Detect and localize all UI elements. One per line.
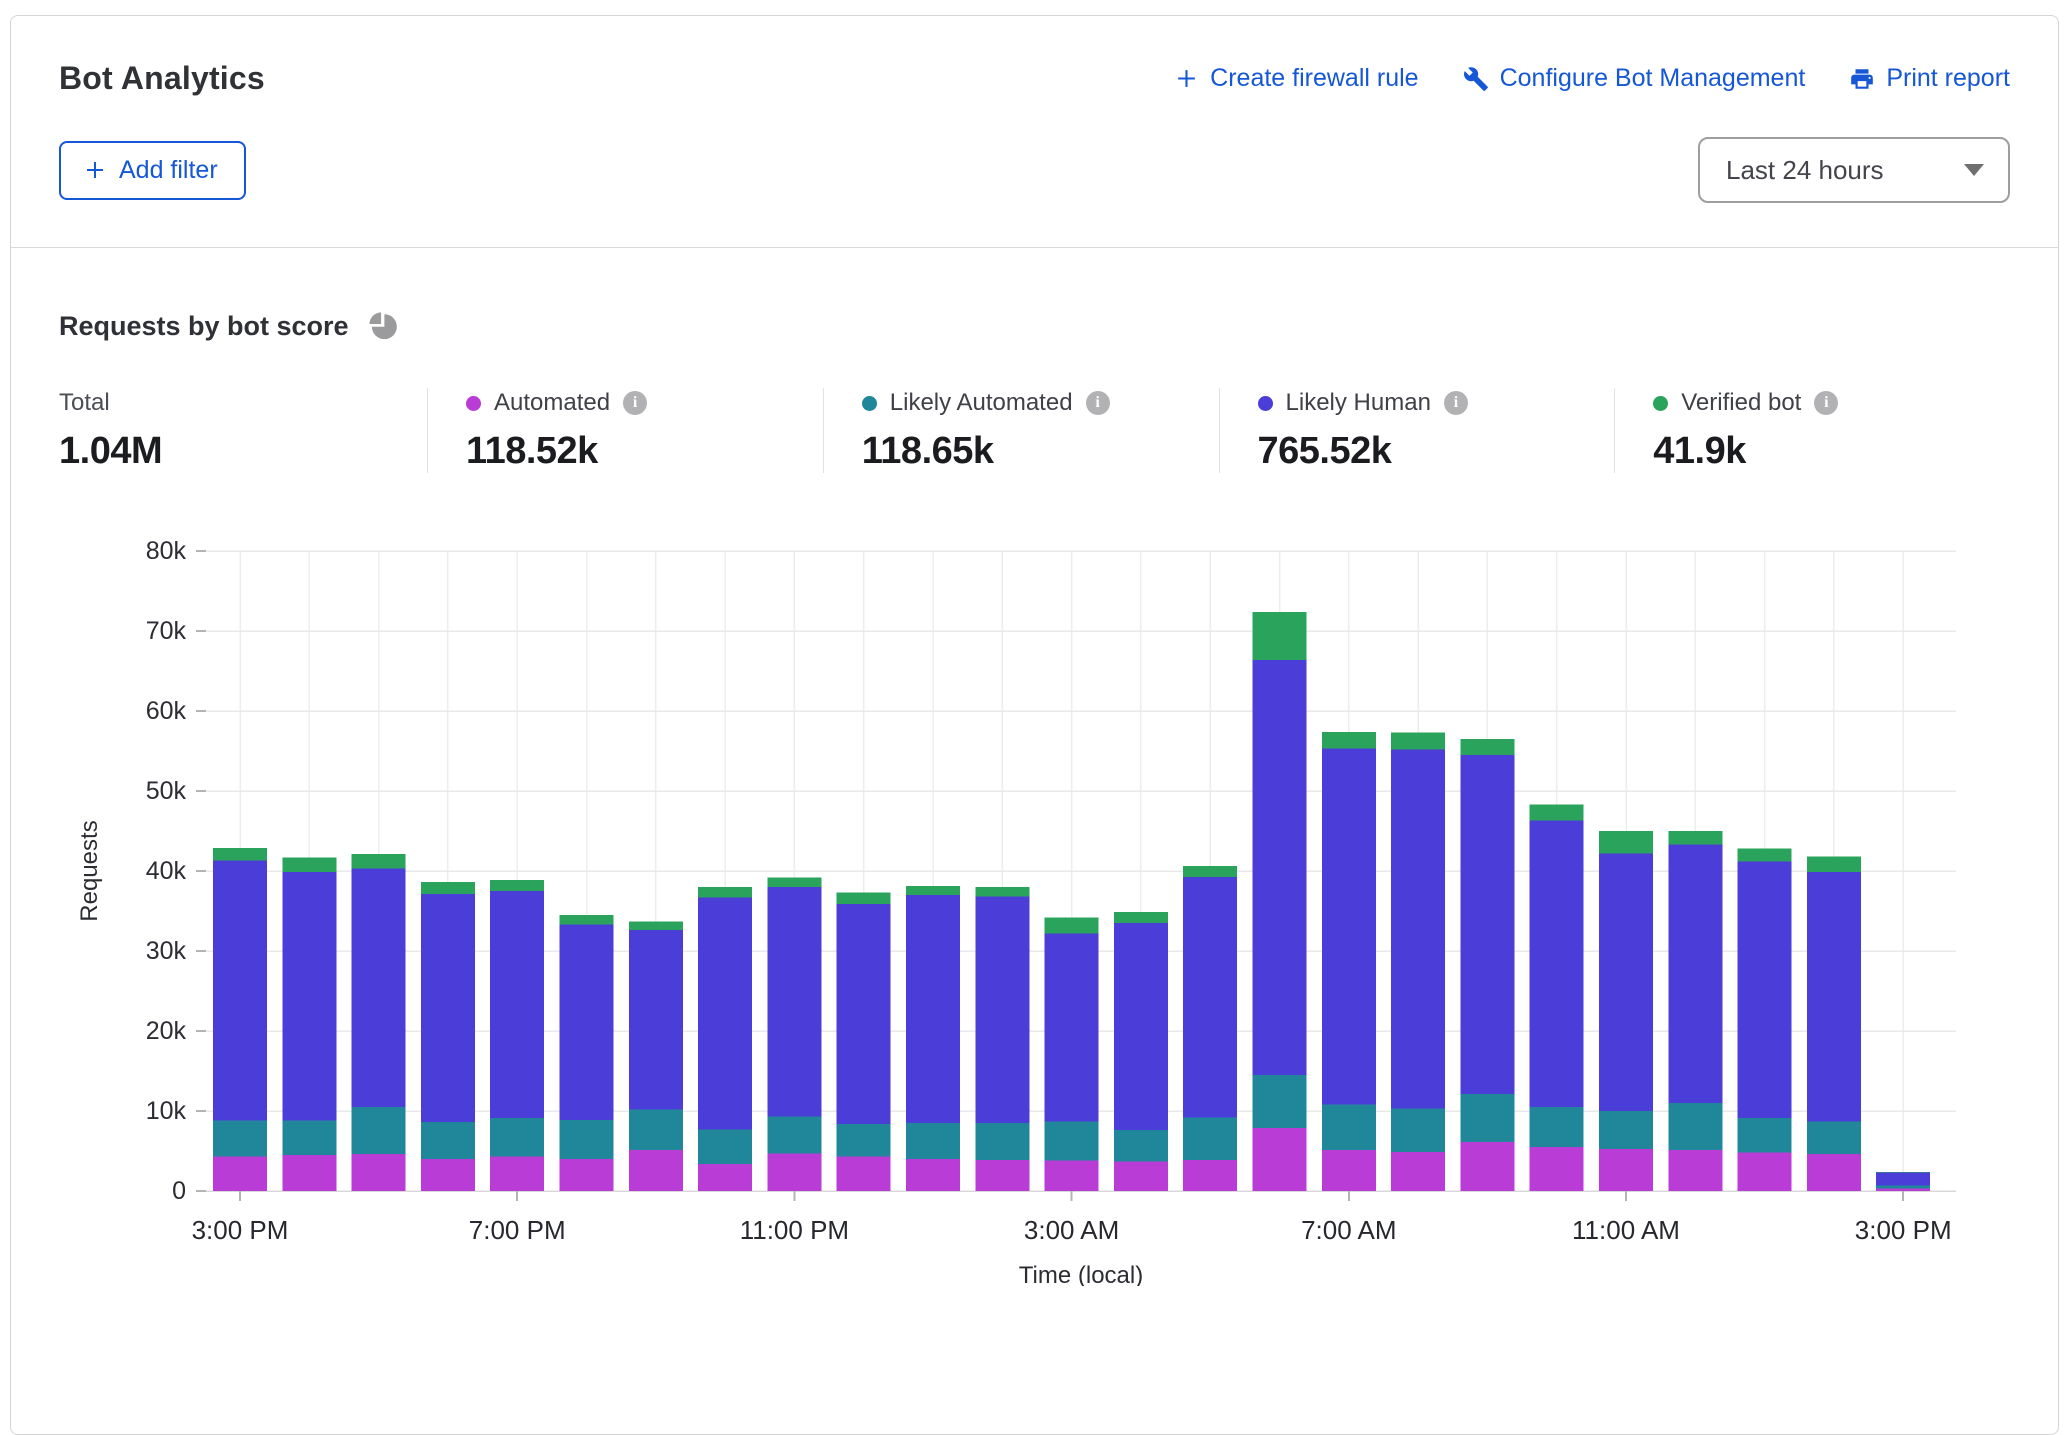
- plus-icon: [83, 158, 107, 182]
- svg-text:Requests: Requests: [76, 820, 103, 921]
- info-icon[interactable]: i: [1086, 391, 1110, 415]
- svg-text:3:00 PM: 3:00 PM: [192, 1215, 289, 1245]
- pie-chart-icon: [365, 308, 401, 344]
- printer-icon: [1849, 66, 1875, 92]
- info-icon[interactable]: i: [1444, 391, 1468, 415]
- svg-text:20k: 20k: [146, 1017, 187, 1045]
- stat-verified-bot: Verified bot i 41.9k: [1614, 388, 2010, 473]
- svg-text:10k: 10k: [146, 1097, 187, 1125]
- create-firewall-rule-label: Create firewall rule: [1210, 64, 1418, 93]
- stat-verified-bot-label: Verified bot: [1681, 389, 1801, 417]
- stat-likely-automated: Likely Automated i 118.65k: [823, 388, 1219, 473]
- stat-verified-bot-value: 41.9k: [1653, 430, 1990, 473]
- svg-text:11:00 AM: 11:00 AM: [1572, 1215, 1680, 1245]
- stat-likely-human-value: 765.52k: [1258, 430, 1595, 473]
- add-filter-button[interactable]: Add filter: [59, 141, 246, 200]
- info-icon[interactable]: i: [1814, 391, 1838, 415]
- section-title: Requests by bot score: [59, 311, 349, 342]
- stat-automated-label: Automated: [494, 389, 610, 417]
- stat-automated: Automated i 118.52k: [427, 388, 823, 473]
- time-range-value: Last 24 hours: [1726, 155, 1884, 186]
- stat-likely-automated-value: 118.65k: [862, 430, 1199, 473]
- stat-total-label: Total: [59, 389, 110, 417]
- svg-text:40k: 40k: [146, 857, 187, 885]
- svg-text:50k: 50k: [146, 777, 187, 805]
- time-range-dropdown[interactable]: Last 24 hours: [1698, 137, 2010, 203]
- header: Bot Analytics Create firewall rule Confi…: [11, 16, 2058, 248]
- header-actions: Create firewall rule Configure Bot Manag…: [1174, 64, 2010, 93]
- create-firewall-rule-link[interactable]: Create firewall rule: [1174, 64, 1418, 93]
- stat-total-value: 1.04M: [59, 430, 407, 473]
- stat-likely-human: Likely Human i 765.52k: [1219, 388, 1615, 473]
- automated-dot: [466, 396, 481, 411]
- content: Requests by bot score Total 1.04M Automa…: [11, 308, 2058, 1291]
- svg-text:60k: 60k: [146, 697, 187, 725]
- likely-automated-dot: [862, 396, 877, 411]
- svg-text:7:00 PM: 7:00 PM: [469, 1215, 566, 1245]
- configure-bot-management-label: Configure Bot Management: [1500, 64, 1806, 93]
- info-icon[interactable]: i: [623, 391, 647, 415]
- stat-automated-value: 118.52k: [466, 430, 803, 473]
- page-title: Bot Analytics: [59, 60, 265, 97]
- svg-text:70k: 70k: [146, 617, 187, 645]
- svg-text:11:00 PM: 11:00 PM: [740, 1215, 849, 1245]
- print-report-label: Print report: [1886, 64, 2010, 93]
- stat-likely-human-label: Likely Human: [1286, 389, 1431, 417]
- svg-text:30k: 30k: [146, 937, 187, 965]
- svg-text:3:00 PM: 3:00 PM: [1855, 1215, 1952, 1245]
- stat-likely-automated-label: Likely Automated: [890, 389, 1073, 417]
- stats-row: Total 1.04M Automated i 118.52k Likely A…: [59, 388, 2010, 473]
- svg-text:3:00 AM: 3:00 AM: [1024, 1215, 1119, 1245]
- verified-bot-dot: [1653, 396, 1668, 411]
- bot-analytics-card: Bot Analytics Create firewall rule Confi…: [10, 15, 2059, 1435]
- plus-icon: [1174, 66, 1199, 91]
- svg-text:0: 0: [172, 1177, 186, 1205]
- configure-bot-management-link[interactable]: Configure Bot Management: [1463, 64, 1806, 93]
- svg-text:80k: 80k: [146, 541, 187, 565]
- chevron-down-icon: [1964, 164, 1984, 176]
- requests-by-bot-score-chart[interactable]: 0 10k 20k 30k 40k 50k 60k 70k 80k 3:00 PM 7:00 PM 1…: [59, 541, 2010, 1291]
- print-report-link[interactable]: Print report: [1849, 64, 2010, 93]
- add-filter-label: Add filter: [119, 156, 218, 185]
- svg-text:Time (local): Time (local): [1019, 1262, 1143, 1286]
- likely-human-dot: [1258, 396, 1273, 411]
- svg-text:7:00 AM: 7:00 AM: [1301, 1215, 1396, 1245]
- stat-total: Total 1.04M: [59, 388, 427, 473]
- wrench-icon: [1463, 66, 1489, 92]
